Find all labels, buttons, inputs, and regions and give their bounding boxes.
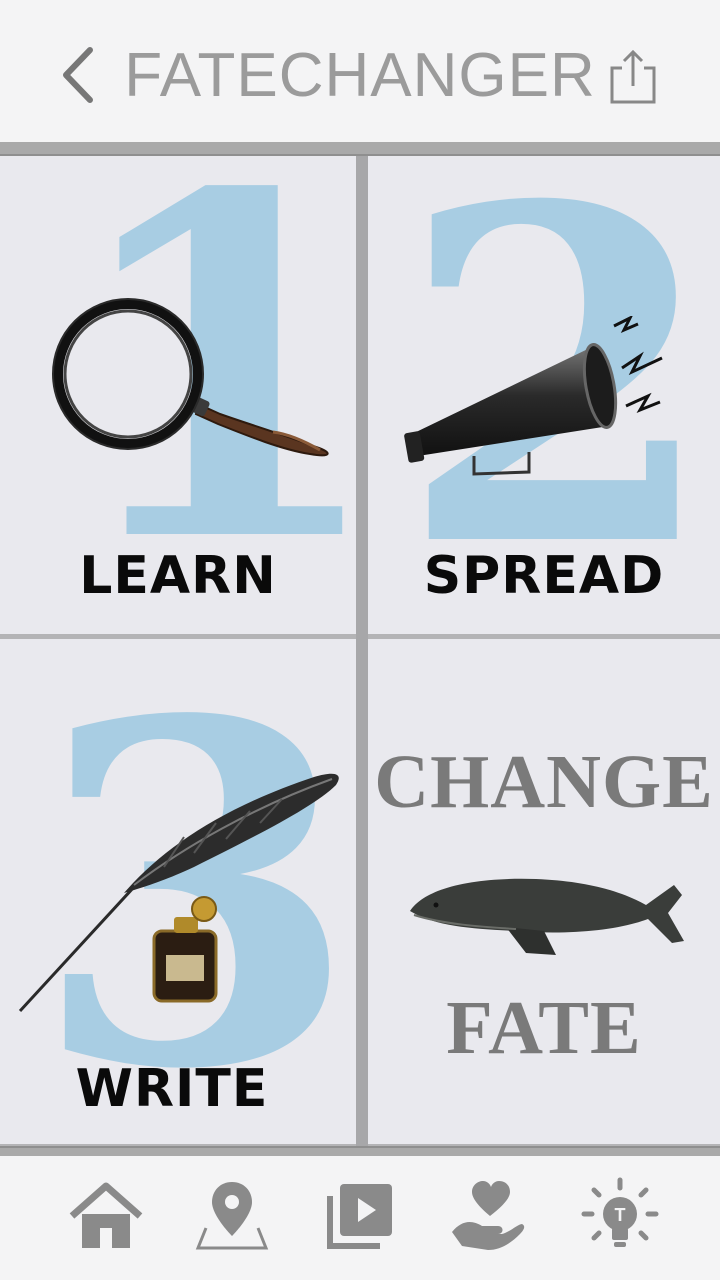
svg-text:T: T: [615, 1205, 626, 1225]
lightbulb-icon[interactable]: T: [580, 1176, 660, 1256]
app-header: FATECHANGER: [0, 0, 720, 142]
header-divider: [0, 142, 720, 156]
megaphone-icon: [404, 316, 663, 476]
tile-spread[interactable]: 2 SPREAD: [368, 156, 720, 634]
grid-divider: [356, 156, 368, 1146]
tile-write[interactable]: 3 WRITE: [0, 639, 356, 1144]
share-icon[interactable]: [604, 46, 662, 106]
map-pin-icon[interactable]: [192, 1176, 272, 1256]
tile-label: LEARN: [79, 546, 277, 606]
tile-learn[interactable]: 1 LEARN: [0, 156, 356, 634]
tile-top-word: CHANGE: [374, 740, 714, 824]
video-library-icon[interactable]: [320, 1176, 400, 1256]
menu-grid: 1 LEARN 2: [0, 156, 720, 1146]
magnifying-glass-icon: [52, 298, 329, 457]
heart-hand-icon[interactable]: [448, 1176, 528, 1256]
tile-label: WRITE: [75, 1059, 269, 1119]
bottom-nav: T: [0, 1156, 720, 1280]
quill-and-ink-icon: [18, 773, 339, 1013]
tile-change-fate[interactable]: CHANGE FATE: [368, 639, 720, 1144]
home-icon[interactable]: [66, 1176, 146, 1256]
tile-bottom-word: FATE: [446, 986, 642, 1070]
whale-icon: [410, 878, 684, 955]
tile-label: SPREAD: [423, 546, 665, 606]
nav-divider: [0, 1146, 720, 1156]
